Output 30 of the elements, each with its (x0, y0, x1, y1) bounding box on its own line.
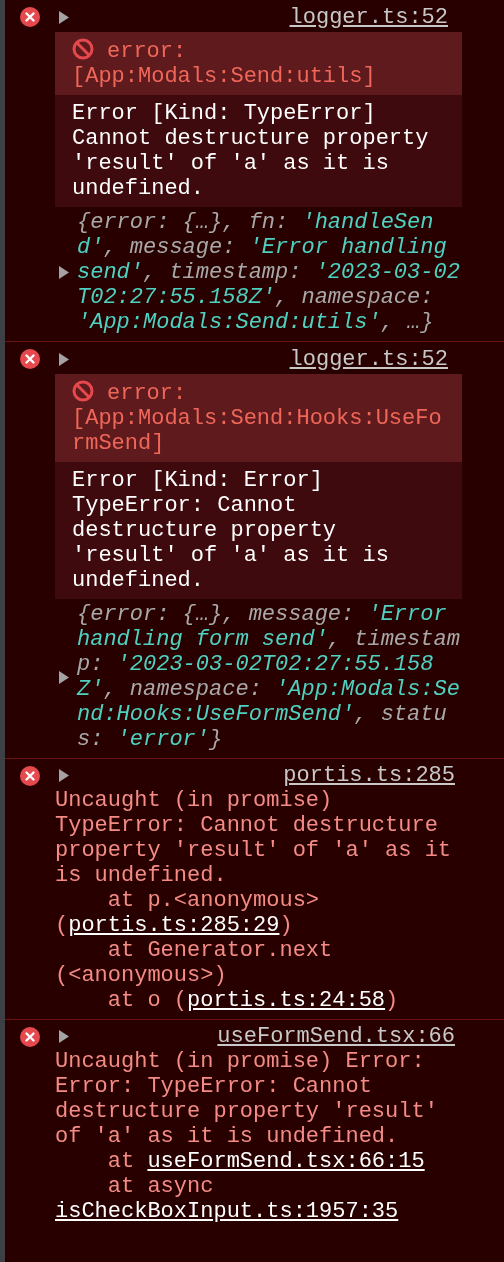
error-icon (20, 7, 40, 27)
error-icon (20, 766, 40, 786)
error-message: Uncaught (in promise) TypeError: Cannot destructure property 'result' of 'a' as it is undefined. at p.<anonymous> (portis.ts:285:29) at Generator.next (<anonymous>) at o (portis.ts:24:58) (55, 788, 453, 1013)
stack-link[interactable]: portis.ts:24:58 (187, 988, 386, 1013)
source-link[interactable]: logger.ts:52 (289, 346, 448, 372)
namespace-label: [App:Modals:Send:utils] (72, 64, 377, 89)
source-link[interactable]: useFormSend.tsx:66 (217, 1024, 455, 1049)
stack-link[interactable]: portis.ts:285:29 (68, 913, 280, 938)
stack-link[interactable]: useFormSend.tsx:66:15 (147, 1149, 425, 1174)
namespace-label: [App:Modals:Send:Hooks:UseFormSend] (72, 406, 443, 456)
error-details: Error [Kind: Error] TypeError: Cannot destructure property 'result' of 'a' as it is undefined. (55, 462, 462, 599)
error-details: Error [Kind: TypeError] Cannot destructure property 'result' of 'a' as it is undefined. (55, 95, 462, 207)
expand-triangle-icon[interactable] (58, 769, 69, 782)
prohibited-icon (72, 380, 94, 402)
error-message: Uncaught (in promise) Error: Error: TypeError: Cannot destructure property 'result' of 'a' as it is undefined. at useFormSend.tsx:66:15 at async isCheckBoxInput.ts:1957:35 (55, 1049, 439, 1224)
error-icon (20, 1027, 40, 1047)
object-preview: {error: {…}, message: 'Error handling form send', timestamp: '2023-03-02T02:27:55.158Z', namespace: 'App:Modals:Send:Hooks:UseFormSend', status: 'error'} (77, 602, 461, 752)
expand-triangle-icon[interactable] (58, 266, 69, 279)
expand-triangle-icon[interactable] (58, 1030, 69, 1043)
log-level-label: error: (72, 38, 445, 64)
log-level-label: error: (72, 380, 445, 406)
source-link[interactable]: portis.ts:285 (283, 763, 455, 788)
expand-triangle-icon[interactable] (58, 670, 69, 684)
stack-link[interactable]: isCheckBoxInput.ts:1957:35 (55, 1199, 399, 1224)
prohibited-icon (72, 38, 94, 60)
object-preview: {error: {…}, fn: 'handleSend', message: 'Error handling send', timestamp: '2023-03-02T02:27:55.158Z', namespace: 'App:Modals:Send:utils', …} (77, 210, 461, 335)
error-icon (20, 349, 40, 369)
source-link[interactable]: logger.ts:52 (289, 4, 448, 30)
expand-triangle-icon[interactable] (58, 10, 69, 24)
expand-triangle-icon[interactable] (58, 352, 69, 366)
